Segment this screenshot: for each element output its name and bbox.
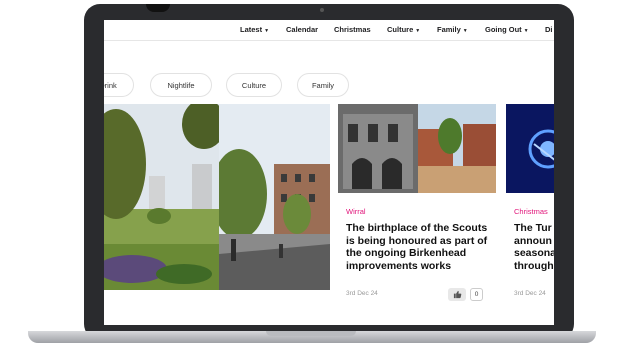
hero-image-street[interactable] [219, 104, 330, 290]
card-category[interactable]: Wirral [346, 207, 366, 216]
article-card[interactable]: Wirral The birthplace of the Scouts is b… [338, 104, 496, 309]
card-title[interactable]: The Tur announ seasona through [514, 222, 554, 272]
like-button[interactable] [448, 288, 466, 301]
nav-item-label: Culture [387, 25, 414, 34]
like-count: 0 [470, 288, 483, 301]
nav-item-christmas[interactable]: Christmas [334, 25, 371, 34]
card-category[interactable]: Christmas [514, 207, 548, 216]
chip-culture[interactable]: Culture [226, 73, 282, 97]
nav-item-family[interactable]: Family ▼ [437, 25, 468, 34]
article-card[interactable]: Christmas The Tur announ seasona through… [506, 104, 554, 309]
chevron-down-icon: ▼ [523, 28, 529, 34]
chip-label: Culture [241, 80, 267, 90]
laptop-notch [146, 4, 170, 12]
chevron-down-icon: ▼ [462, 28, 468, 34]
card-date: 3rd Dec 24 [514, 290, 546, 297]
chevron-down-icon: ▼ [264, 28, 270, 34]
nav-item-label: Christmas [334, 25, 371, 34]
park-illustration [104, 104, 219, 290]
card-image-street-scene [338, 104, 496, 193]
chip-label: Drink [104, 80, 117, 90]
card-image-light-installation [506, 104, 554, 193]
chevron-down-icon: ▼ [415, 28, 421, 34]
nav-item-label: Going Out [485, 25, 522, 34]
laptop-base-lip [266, 331, 356, 336]
browser-screen: Latest ▼ Calendar Christmas Culture ▼ Fami… [104, 20, 554, 325]
nav-item-label: Family [437, 25, 461, 34]
chip-label: Nightlife [167, 80, 195, 90]
chip-label: Family [311, 80, 335, 90]
light-installation-illustration [506, 104, 554, 193]
top-navigation: Latest ▼ Calendar Christmas Culture ▼ Fami… [104, 20, 554, 41]
chip-nightlife[interactable]: Nightlife [150, 73, 212, 97]
nav-item-label: Latest [240, 25, 263, 34]
nav-item-label: Calendar [286, 25, 319, 34]
street-scene-illustration [338, 104, 496, 193]
thumbs-up-icon [453, 290, 461, 299]
nav-item-going-out[interactable]: Going Out ▼ [485, 25, 529, 34]
chip-drink[interactable]: Drink [104, 73, 134, 97]
card-title[interactable]: The birthplace of the Scouts is being ho… [346, 222, 494, 272]
hero-image-park[interactable] [104, 104, 219, 290]
nav-item-culture[interactable]: Culture ▼ [387, 25, 420, 34]
nav-item-label: Di [545, 25, 553, 34]
street-illustration [219, 104, 330, 290]
chip-family[interactable]: Family [297, 73, 349, 97]
nav-item-latest[interactable]: Latest ▼ [240, 25, 269, 34]
nav-item-di[interactable]: Di [545, 25, 553, 34]
webcam-dot [320, 8, 324, 12]
nav-item-calendar[interactable]: Calendar [286, 25, 318, 34]
card-date: 3rd Dec 24 [346, 290, 378, 297]
